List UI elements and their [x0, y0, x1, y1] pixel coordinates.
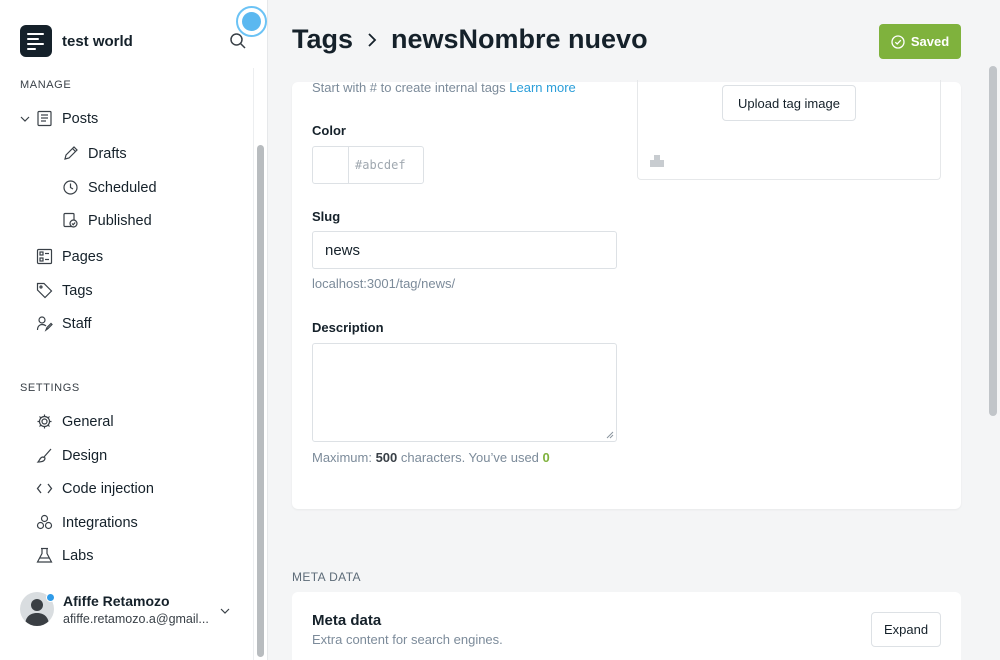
posts-icon	[37, 110, 52, 127]
user-email: afiffe.retamozo.a@gmail...	[63, 611, 209, 626]
slug-label: Slug	[312, 209, 341, 224]
chevron-down-icon[interactable]	[219, 605, 231, 617]
sidebar-item-label: Scheduled	[88, 179, 157, 196]
sidebar-item-scheduled[interactable]: Scheduled	[62, 179, 157, 196]
sidebar-item-published[interactable]: Published	[62, 212, 152, 229]
expand-button[interactable]: Expand	[871, 612, 941, 647]
sidebar-item-label: Tags	[62, 282, 93, 299]
chevron-right-icon	[368, 32, 377, 47]
sidebar-item-design[interactable]: Design	[36, 447, 107, 464]
count-prefix: Maximum:	[312, 450, 376, 465]
sidebar-item-label: General	[62, 413, 114, 430]
site-name: test world	[62, 32, 133, 50]
online-badge	[46, 593, 55, 602]
staff-icon	[36, 316, 53, 332]
count-middle: characters. You’ve used	[397, 450, 543, 465]
sidebar-item-staff[interactable]: Staff	[36, 315, 92, 332]
meta-data-title: Meta data	[312, 612, 382, 629]
tag-icon	[36, 282, 53, 299]
sidebar-item-drafts[interactable]: Drafts	[62, 145, 127, 162]
settings-section-label: SETTINGS	[20, 382, 80, 394]
check-circle-icon	[891, 34, 905, 49]
sidebar-item-label: Integrations	[62, 514, 138, 531]
site-brand[interactable]: test world	[20, 25, 133, 57]
sidebar-item-label: Design	[62, 447, 108, 464]
sidebar-scrollbar-thumb[interactable]	[257, 145, 264, 657]
brush-icon	[36, 448, 52, 463]
published-icon	[63, 212, 78, 228]
search-icon[interactable]	[229, 32, 247, 50]
meta-data-card: Meta data Extra content for search engin…	[292, 592, 961, 660]
sidebar-item-tags[interactable]: Tags	[36, 282, 93, 299]
description-textarea[interactable]	[312, 343, 617, 442]
color-field[interactable]: #abcdef	[312, 146, 424, 184]
sidebar-item-labs[interactable]: Labs	[36, 547, 93, 564]
sidebar-item-label: Pages	[62, 248, 104, 265]
user-menu[interactable]: Afiffe Retamozo afiffe.retamozo.a@gmail.…	[20, 592, 223, 626]
tag-image-box: Upload tag image	[637, 80, 941, 180]
sidebar-item-label: Labs	[62, 547, 94, 564]
hint-text: Start with # to create internal tags	[312, 80, 510, 95]
sidebar-item-code-injection[interactable]: Code injection	[36, 480, 154, 497]
sidebar-item-general[interactable]: General	[36, 413, 114, 430]
flask-icon	[36, 547, 53, 563]
tag-name-hint: Start with # to create internal tags Lea…	[312, 80, 576, 95]
color-input[interactable]: #abcdef	[349, 147, 406, 183]
slug-url: localhost:3001/tag/news/	[312, 276, 456, 291]
sidebar-item-posts[interactable]: Posts	[36, 110, 98, 127]
chevron-down-icon[interactable]	[19, 113, 31, 125]
image-placeholder-icon	[650, 155, 664, 167]
main-content: Tags newsNombre nuevo Saved Start with #…	[268, 0, 1000, 660]
tag-settings-card: Start with # to create internal tags Lea…	[292, 80, 961, 509]
save-button[interactable]: Saved	[879, 24, 961, 59]
sidebar: test world MANAGE Posts Drafts Scheduled…	[0, 0, 268, 660]
resize-handle-icon[interactable]	[606, 431, 614, 439]
breadcrumb-root[interactable]: Tags	[292, 24, 353, 55]
upload-tag-image-button[interactable]: Upload tag image	[722, 85, 856, 121]
sidebar-item-pages[interactable]: Pages	[36, 248, 103, 265]
sidebar-item-label: Code injection	[62, 480, 154, 497]
site-logo-icon	[20, 25, 52, 57]
count-used: 0	[542, 450, 550, 465]
page-title: Tags newsNombre nuevo	[292, 24, 648, 55]
pages-icon	[36, 248, 53, 265]
sidebar-item-integrations[interactable]: Integrations	[36, 514, 138, 531]
main-scrollbar-thumb[interactable]	[989, 66, 997, 416]
description-count: Maximum: 500 characters. You’ve used 0	[312, 450, 550, 465]
clock-icon	[63, 180, 78, 195]
color-label: Color	[312, 123, 346, 138]
meta-data-subtitle: Extra content for search engines.	[312, 632, 503, 647]
user-name: Afiffe Retamozo	[63, 592, 170, 609]
sidebar-item-label: Staff	[62, 315, 92, 332]
sidebar-item-label: Drafts	[88, 145, 127, 162]
meta-data-section-label: META DATA	[292, 570, 361, 584]
count-max: 500	[375, 450, 398, 465]
color-swatch[interactable]	[313, 147, 349, 183]
breadcrumb-current: newsNombre nuevo	[391, 24, 648, 54]
code-icon	[36, 483, 53, 494]
integrations-icon	[36, 514, 53, 530]
slug-input[interactable]: news	[312, 231, 617, 269]
sidebar-item-label: Published	[88, 212, 152, 229]
gear-icon	[37, 414, 52, 429]
pencil-icon	[64, 146, 78, 160]
manage-section-label: MANAGE	[20, 79, 72, 91]
learn-more-link[interactable]: Learn more	[509, 80, 575, 95]
sidebar-item-label: Posts	[62, 110, 99, 127]
save-button-label: Saved	[910, 34, 950, 49]
description-label: Description	[312, 320, 384, 335]
